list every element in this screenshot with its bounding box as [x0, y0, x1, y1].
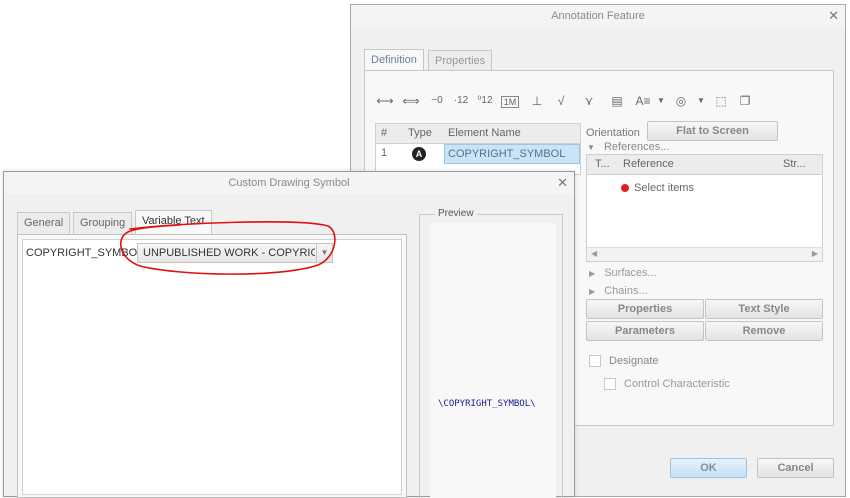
references-table: T... Reference Str... Select items ◀ ▶ — [586, 154, 823, 262]
surface-finish-icon[interactable]: √ — [551, 91, 571, 111]
variable-list: COPYRIGHT_SYMBOL UNPUBLISHED WORK - COPY… — [22, 239, 402, 495]
ref-column-type: T... — [595, 158, 610, 170]
chains-expander[interactable]: ▶ Chains... — [589, 285, 648, 297]
expander-closed-icon: ▶ — [589, 269, 596, 278]
variable-text-panel: COPYRIGHT_SYMBOL UNPUBLISHED WORK - COPY… — [17, 234, 407, 498]
note-icon[interactable]: ▤ — [607, 91, 627, 111]
table-dimension-icon[interactable]: 1M — [501, 96, 519, 108]
variable-name: COPYRIGHT_SYMBOL — [26, 247, 144, 259]
close-icon[interactable]: ✕ — [828, 5, 839, 27]
ref-table-header: T... Reference Str... — [587, 155, 822, 175]
dimension-icon[interactable]: ⟷ — [375, 91, 395, 111]
weld-symbol-icon[interactable]: ⋎ — [579, 91, 599, 111]
preview-canvas: \COPYRIGHT_SYMBOL\ — [430, 223, 556, 498]
variable-value-dropdown[interactable]: UNPUBLISHED WORK - COPYRIGHT ▼ — [137, 243, 333, 263]
chevron-down-icon[interactable]: ▼ — [316, 244, 332, 262]
ordinate-baseline-icon[interactable]: ⁰12 — [475, 91, 495, 111]
surfaces-label: Surfaces... — [604, 267, 657, 279]
table-header: # Type Element Name — [376, 124, 580, 144]
parameters-button[interactable]: Parameters — [586, 321, 704, 341]
remove-button[interactable]: Remove — [705, 321, 823, 341]
tab-definition[interactable]: Definition — [364, 49, 424, 71]
flat-to-screen-button[interactable]: Flat to Screen — [647, 121, 778, 141]
column-header-element-name: Element Name — [448, 127, 521, 139]
row-number: 1 — [381, 147, 388, 159]
ref-column-strength: Str... — [783, 158, 806, 170]
element-table: # Type Element Name 1 A COPYRIGHT_SYMBOL — [375, 123, 581, 175]
custom-symbol-title: Custom Drawing Symbol — [228, 177, 350, 189]
ref-column-reference: Reference — [623, 158, 674, 170]
select-items-row[interactable]: Select items — [621, 182, 694, 194]
dropdown-arrow-icon[interactable]: ▼ — [651, 91, 671, 111]
expander-open-icon: ▼ — [587, 143, 595, 152]
preview-group: Preview \COPYRIGHT_SYMBOL\ — [419, 208, 563, 498]
text-style-icon[interactable]: A≡ — [633, 91, 653, 111]
horizontal-scrollbar[interactable]: ◀ ▶ — [587, 247, 822, 261]
gtol-icon[interactable]: −0 — [427, 91, 447, 111]
expander-closed-icon: ▶ — [589, 287, 596, 296]
designate-label: Designate — [609, 355, 659, 367]
control-characteristic-checkbox[interactable] — [604, 378, 616, 390]
select-items-text: Select items — [634, 182, 694, 194]
column-header-type: Type — [408, 127, 432, 139]
tab-properties[interactable]: Properties — [428, 50, 493, 72]
select-box-icon[interactable]: ⬚ — [711, 91, 731, 111]
custom-drawing-symbol-dialog: Custom Drawing Symbol ✕ General Grouping… — [3, 171, 575, 498]
copy-icon[interactable]: ❐ — [735, 91, 755, 111]
element-name-cell[interactable]: COPYRIGHT_SYMBOL — [444, 144, 580, 164]
designate-checkbox[interactable] — [589, 355, 601, 367]
ref-dimension-icon[interactable]: ⟺ — [401, 91, 421, 111]
variable-value: UNPUBLISHED WORK - COPYRIGHT — [143, 247, 315, 259]
tab-general[interactable]: General — [17, 212, 71, 234]
custom-symbol-titlebar: Custom Drawing Symbol ✕ — [4, 172, 574, 194]
surfaces-expander[interactable]: ▶ Surfaces... — [589, 267, 657, 279]
references-label: References... — [603, 141, 670, 153]
dropdown-arrow-icon[interactable]: ▼ — [691, 91, 711, 111]
control-characteristic-label: Control Characteristic — [624, 378, 730, 390]
scroll-left-icon[interactable]: ◀ — [591, 249, 597, 258]
element-name: COPYRIGHT_SYMBOL — [448, 148, 566, 160]
references-expander[interactable]: ▼ References... — [587, 141, 669, 153]
text-style-button[interactable]: Text Style — [705, 299, 823, 319]
annotation-feature-title: Annotation Feature — [551, 10, 645, 22]
scroll-right-icon[interactable]: ▶ — [812, 249, 818, 258]
annotation-feature-titlebar: Annotation Feature ✕ — [351, 5, 845, 27]
ok-button[interactable]: OK — [670, 458, 747, 478]
preview-text: \COPYRIGHT_SYMBOL\ — [438, 399, 536, 409]
orientation-label: Orientation — [586, 127, 640, 139]
chains-label: Chains... — [604, 285, 648, 297]
table-row[interactable]: 1 A COPYRIGHT_SYMBOL — [376, 144, 580, 164]
properties-button[interactable]: Properties — [586, 299, 704, 319]
cancel-button[interactable]: Cancel — [757, 458, 834, 478]
preview-label: Preview — [435, 208, 477, 219]
column-header-number: # — [381, 127, 388, 139]
tab-grouping[interactable]: Grouping — [73, 212, 133, 234]
ordinate-icon[interactable]: ·12 — [451, 91, 471, 111]
copyright-symbol-icon: A — [412, 147, 426, 161]
datum-feature-icon[interactable]: ⊥ — [527, 91, 547, 111]
close-icon[interactable]: ✕ — [557, 172, 568, 194]
tab-variable-text[interactable]: Variable Text — [135, 210, 212, 235]
symbol-icon[interactable]: ◎ — [671, 91, 691, 111]
required-dot-icon — [621, 184, 629, 193]
